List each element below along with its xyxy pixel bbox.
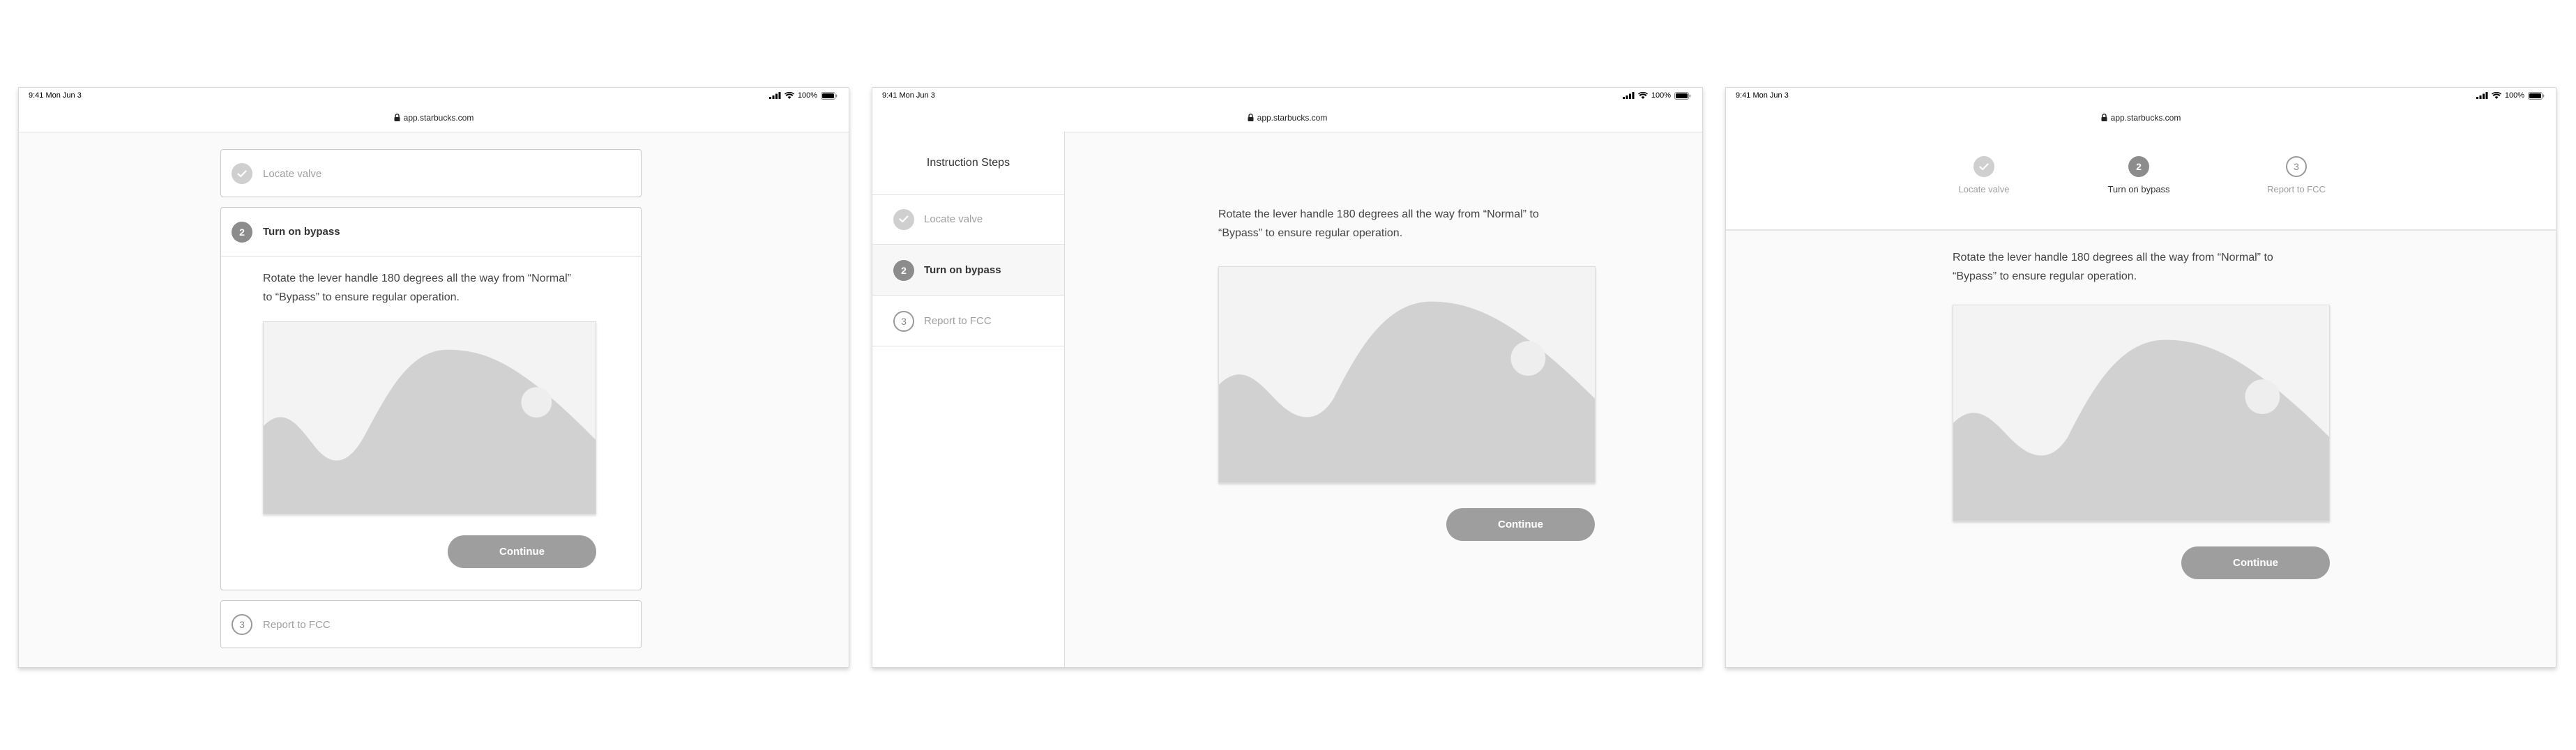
tablet-frame-stepper: 9:41 Mon Jun 3 100% app.starbucks.com Lo…	[1725, 87, 2556, 668]
instruction-line: to “Bypass” to ensure regular operation.	[263, 291, 460, 303]
sidebar-item-turn-on-bypass[interactable]: 2 Turn on bypass	[872, 245, 1064, 296]
step-number: 2	[232, 221, 252, 243]
check-icon	[232, 163, 252, 184]
step-number: 2	[2128, 156, 2149, 177]
url-text: app.starbucks.com	[2110, 112, 2181, 123]
url-text: app.starbucks.com	[403, 112, 474, 123]
continue-button[interactable]: Continue	[1446, 508, 1595, 541]
status-time: 9:41 Mon Jun 3	[1736, 91, 1789, 100]
signal-icon	[1622, 92, 1635, 99]
wifi-icon	[2491, 92, 2501, 99]
accordion-content: Locate valve 2 Turn on bypass Rotate the…	[19, 132, 849, 667]
step-label: Report to FCC	[263, 618, 331, 631]
accordion-step-1[interactable]: Locate valve	[220, 149, 642, 197]
stepper-step-label: Report to FCC	[2267, 184, 2326, 194]
continue-button[interactable]: Continue	[448, 535, 596, 568]
stepper-layout: Locate valve 2 Turn on bypass 3 Report t…	[1726, 132, 2556, 667]
stepper-step-turn-on-bypass[interactable]: 2 Turn on bypass	[2083, 156, 2195, 194]
instruction-line: “Bypass” to ensure regular operation.	[1953, 270, 2137, 282]
check-icon	[1973, 156, 1994, 177]
stepper-step-locate-valve[interactable]: Locate valve	[1928, 156, 2040, 194]
sidebar-item-label: Report to FCC	[924, 315, 992, 327]
address-bar[interactable]: app.starbucks.com	[872, 103, 1702, 132]
wifi-icon	[784, 92, 794, 99]
status-time: 9:41 Mon Jun 3	[882, 91, 935, 100]
sidebar-title: Instruction Steps	[872, 132, 1064, 195]
step-number: 3	[893, 310, 914, 332]
wifi-icon	[1637, 92, 1648, 99]
landscape-placeholder-icon	[1953, 305, 2330, 521]
stepper-step-label: Locate valve	[1958, 184, 2010, 194]
address-bar[interactable]: app.starbucks.com	[19, 103, 849, 132]
landscape-placeholder-icon	[1218, 266, 1596, 483]
tablet-frame-accordion: 9:41 Mon Jun 3 100% app.starbucks.com Lo…	[18, 87, 849, 668]
battery-icon	[821, 91, 838, 100]
check-icon	[893, 208, 914, 230]
signal-icon	[2476, 92, 2488, 99]
signal-icon	[768, 92, 781, 99]
instruction-text: Rotate the lever handle 180 degrees all …	[1953, 248, 2273, 286]
instruction-text: Rotate the lever handle 180 degrees all …	[1218, 205, 1539, 243]
instruction-text: Rotate the lever handle 180 degrees all …	[263, 269, 571, 307]
step-number: 2	[893, 259, 914, 281]
lock-icon	[394, 114, 400, 121]
step-label: Locate valve	[263, 167, 322, 180]
status-bar: 9:41 Mon Jun 3 100%	[19, 88, 849, 103]
status-icons: 100%	[768, 91, 838, 100]
landscape-placeholder-icon	[263, 321, 596, 514]
battery-icon	[2528, 91, 2545, 100]
stepper-step-label: Turn on bypass	[2107, 184, 2170, 194]
url-text: app.starbucks.com	[1257, 112, 1328, 123]
step-label: Turn on bypass	[263, 226, 340, 238]
continue-button[interactable]: Continue	[2181, 546, 2330, 579]
instruction-line: Rotate the lever handle 180 degrees all …	[1953, 252, 2273, 263]
accordion-step-2-header[interactable]: 2 Turn on bypass	[221, 208, 641, 257]
address-bar[interactable]: app.starbucks.com	[1726, 103, 2556, 132]
horizontal-stepper: Locate valve 2 Turn on bypass 3 Report t…	[1726, 132, 2556, 231]
lock-icon	[1248, 114, 1254, 121]
battery-percent: 100%	[2504, 91, 2524, 100]
step-number: 3	[2286, 156, 2307, 177]
status-bar: 9:41 Mon Jun 3 100%	[872, 88, 1702, 103]
battery-percent: 100%	[1651, 91, 1671, 100]
sidebar-layout: Instruction Steps Locate valve 2 Turn on…	[872, 132, 1702, 667]
instruction-line: Rotate the lever handle 180 degrees all …	[263, 273, 571, 284]
accordion-step-2: 2 Turn on bypass Rotate the lever handle…	[220, 207, 642, 590]
sidebar-item-report-to-fcc[interactable]: 3 Report to FCC	[872, 296, 1064, 346]
instruction-line: “Bypass” to ensure regular operation.	[1218, 227, 1403, 239]
sidebar-item-label: Turn on bypass	[924, 264, 1001, 276]
instruction-line: Rotate the lever handle 180 degrees all …	[1218, 208, 1539, 220]
tablet-frame-sidebar: 9:41 Mon Jun 3 100% app.starbucks.com In…	[872, 87, 1703, 668]
accordion-step-3[interactable]: 3 Report to FCC	[220, 600, 642, 648]
sidebar-item-locate-valve[interactable]: Locate valve	[872, 194, 1064, 245]
battery-percent: 100%	[797, 91, 817, 100]
lock-icon	[2101, 114, 2107, 121]
status-time: 9:41 Mon Jun 3	[29, 91, 82, 100]
step-number: 3	[232, 614, 252, 635]
status-icons: 100%	[1622, 91, 1691, 100]
status-bar: 9:41 Mon Jun 3 100%	[1726, 88, 2556, 103]
status-icons: 100%	[2476, 91, 2545, 100]
sidebar-item-label: Locate valve	[924, 213, 983, 225]
steps-sidebar: Instruction Steps Locate valve 2 Turn on…	[872, 132, 1065, 667]
stepper-step-report-to-fcc[interactable]: 3 Report to FCC	[2241, 156, 2352, 194]
battery-icon	[1674, 91, 1691, 100]
